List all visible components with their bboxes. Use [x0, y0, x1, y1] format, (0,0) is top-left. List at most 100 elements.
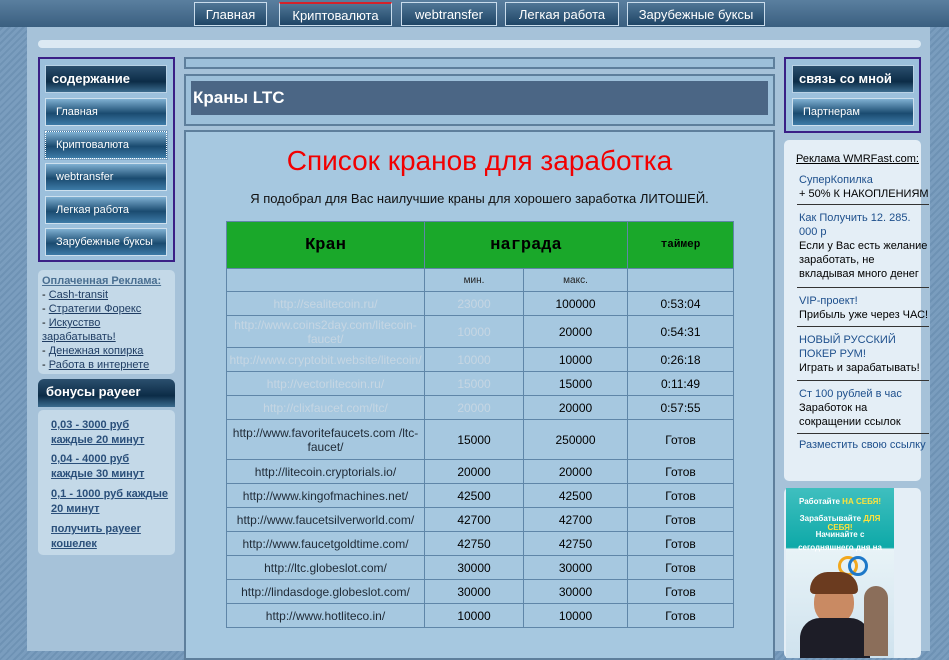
subheader-blank: [226, 268, 425, 292]
table-row: http://www.faucetsilverworld.com/42700 42…: [226, 507, 735, 532]
faucet-site-link[interactable]: http://ltc.globeslot.com/: [226, 555, 425, 580]
timer-value: Готов: [627, 531, 735, 556]
reward-max: 15000: [522, 371, 629, 396]
table-row: http://vectorlitecoin.ru/15000 15000 0:11:…: [226, 371, 735, 396]
paid-ads-list: Оплаченная Реклама: - Cash-transit - Стр…: [42, 274, 174, 372]
payeer-wallet-link[interactable]: получить payeer кошелек: [51, 522, 173, 552]
timer-value: 0:57:55: [627, 395, 735, 420]
place-ad-label[interactable]: Разместить свою ссылку: [799, 438, 929, 452]
reward-max: 42750: [522, 531, 629, 556]
bonus-link-1[interactable]: 0,03 - 3000 руб каждые 20 минут: [51, 418, 173, 448]
reward-max: 100000: [522, 291, 629, 316]
wmr-ad-divider: [797, 433, 929, 434]
wmr-ad-4[interactable]: НОВЫЙ РУССКИЙ ПОКЕР РУМ! Играть и зараба…: [799, 333, 929, 375]
wmr-ad-5[interactable]: Ст 100 рублей в час Заработок на сокраще…: [799, 387, 929, 429]
wmr-ad-divider: [797, 380, 929, 381]
ad-link-art-of-earning[interactable]: Искусство зарабатывать!: [42, 317, 116, 343]
timer-value: Готов: [627, 483, 735, 508]
page-title: Краны LTC: [191, 81, 768, 115]
bonus-link-3[interactable]: 0,1 - 1000 руб каждые 20 минут: [51, 487, 173, 517]
reward-max: 42700: [522, 507, 629, 532]
wmr-ad-2-title[interactable]: Как Получить 12. 285. 000 р: [799, 211, 929, 239]
center-top-strip: [184, 57, 775, 69]
bonus-link-2[interactable]: 0,04 - 4000 руб каждые 30 минут: [51, 452, 173, 482]
faucet-table: Кран награда таймер мин. макс. http://se…: [226, 221, 735, 628]
tab-webtransfer[interactable]: webtransfer: [401, 2, 497, 26]
faucet-site-link[interactable]: http://www.faucetgoldtime.com/: [226, 531, 425, 556]
timer-value: 0:11:49: [627, 371, 735, 396]
wmrfast-ad-header[interactable]: Реклама WMRFast.com:: [796, 153, 919, 165]
faucet-list-heading: Список кранов для заработка: [286, 145, 673, 176]
wmr-ad-1-desc: + 50% К НАКОПЛЕНИЯМ: [799, 188, 929, 200]
faucet-site-link[interactable]: http://www.hotliteco.in/: [226, 603, 425, 628]
sidebar-item-home[interactable]: Главная: [45, 98, 167, 126]
contents-heading: содержание: [45, 65, 167, 93]
timer-value: Готов: [627, 419, 735, 460]
reward-min: 20000: [424, 395, 524, 420]
banner-text-4: сегодняшнего дня на: [798, 543, 882, 552]
tab-easy-work[interactable]: Легкая работа: [505, 2, 619, 26]
faucet-site-link[interactable]: http://litecoin.cryptorials.io/: [226, 459, 425, 484]
wmr-ad-5-title[interactable]: Ст 100 рублей в час: [799, 387, 929, 401]
tab-foreign-bux[interactable]: Зарубежные буксы: [627, 2, 765, 26]
wmr-ad-divider: [797, 204, 929, 205]
wmr-ad-3[interactable]: VIP-проект! Прибыль уже через ЧАС!: [799, 294, 929, 322]
advert-banner[interactable]: Работайте НА СЕБЯ! Зарабатывайте ДЛЯ СЕБ…: [786, 488, 894, 658]
table-row: http://www.favoritefaucets.com /ltc-fauc…: [226, 419, 735, 460]
wmr-ad-4-title[interactable]: НОВЫЙ РУССКИЙ ПОКЕР РУМ!: [799, 333, 929, 361]
partners-button[interactable]: Партнерам: [792, 98, 914, 126]
banner-text-1a: Работайте: [798, 497, 840, 506]
faucet-site-link[interactable]: http://www.favoritefaucets.com /ltc-fauc…: [226, 419, 425, 460]
wmr-ad-2[interactable]: Как Получить 12. 285. 000 р Если у Вас е…: [799, 211, 929, 281]
banner-text-1b: НА СЕБЯ!: [842, 497, 882, 506]
reward-min: 15000: [424, 371, 524, 396]
faucet-site-link[interactable]: http://sealitecoin.ru/: [226, 291, 425, 316]
wmr-ad-1-title[interactable]: СуперКопилка: [799, 173, 929, 187]
reward-min: 42700: [424, 507, 524, 532]
sidebar-item-webtransfer[interactable]: webtransfer: [45, 163, 167, 191]
ad-link-internet-work[interactable]: Работа в интернете: [49, 359, 149, 371]
paid-ads-title: Оплаченная Реклама:: [42, 275, 162, 287]
banner-person-hair: [810, 572, 858, 594]
ad-link-money-copy[interactable]: Денежная копирка: [49, 345, 144, 357]
wmr-ad-1[interactable]: СуперКопилка + 50% К НАКОПЛЕНИЯМ: [799, 173, 929, 201]
sidebar-item-foreign-bux[interactable]: Зарубежные буксы: [45, 228, 167, 256]
subheader-min: мин.: [424, 268, 524, 292]
place-ad-link[interactable]: Разместить свою ссылку: [799, 438, 929, 452]
reward-min: 42750: [424, 531, 524, 556]
banner-text-2a: Зарабатывайте: [799, 514, 862, 523]
wmr-ad-3-title[interactable]: VIP-проект!: [799, 294, 929, 308]
reward-max: 10000: [522, 347, 629, 372]
reward-min: 15000: [424, 419, 524, 460]
reward-max: 10000: [522, 603, 629, 628]
table-row: http://litecoin.cryptorials.io/20000 2000…: [226, 459, 735, 484]
top-divider-bar: [38, 40, 921, 48]
timer-value: Готов: [627, 507, 735, 532]
tab-crypto[interactable]: Криптовалюта: [279, 2, 392, 26]
banner-logo-icon: [848, 556, 868, 576]
faucet-site-link[interactable]: http://vectorlitecoin.ru/: [226, 371, 425, 396]
faucet-site-link[interactable]: http://clixfaucet.com/ltc/: [226, 395, 425, 420]
tab-home[interactable]: Главная: [194, 2, 267, 26]
reward-min: 10000: [424, 347, 524, 372]
timer-value: 0:26:18: [627, 347, 735, 372]
subheader-blank-timer: [627, 268, 735, 292]
ad-link-forex[interactable]: Стратегии Форекс: [49, 303, 142, 315]
faucet-site-link[interactable]: http://www.faucetsilverworld.com/: [226, 507, 425, 532]
table-row: http://www.faucetgoldtime.com/42750 42750…: [226, 531, 735, 556]
ad-link-cash-transit[interactable]: Cash-transit: [49, 289, 108, 301]
table-row: http://lindasdoge.globeslot.com/30000 300…: [226, 579, 735, 604]
faucet-site-link[interactable]: http://www.coins2day.com/litecoin-faucet…: [226, 315, 425, 348]
reward-max: 20000: [522, 459, 629, 484]
payeer-bonus-heading: бонусы payeer: [38, 379, 175, 407]
faucet-site-link[interactable]: http://www.cryptobit.website/litecoin/: [226, 347, 425, 372]
faucet-site-link[interactable]: http://www.kingofmachines.net/: [226, 483, 425, 508]
reward-max: 30000: [522, 579, 629, 604]
banner-person-secondary: [864, 586, 888, 656]
col-header-timer: таймер: [627, 221, 735, 269]
sidebar-item-crypto[interactable]: Криптовалюта: [44, 130, 168, 160]
faucet-site-link[interactable]: http://lindasdoge.globeslot.com/: [226, 579, 425, 604]
wmr-ad-divider: [797, 326, 929, 327]
sidebar-item-easy-work[interactable]: Легкая работа: [45, 196, 167, 224]
table-row: http://www.cryptobit.website/litecoin/10…: [226, 347, 735, 372]
